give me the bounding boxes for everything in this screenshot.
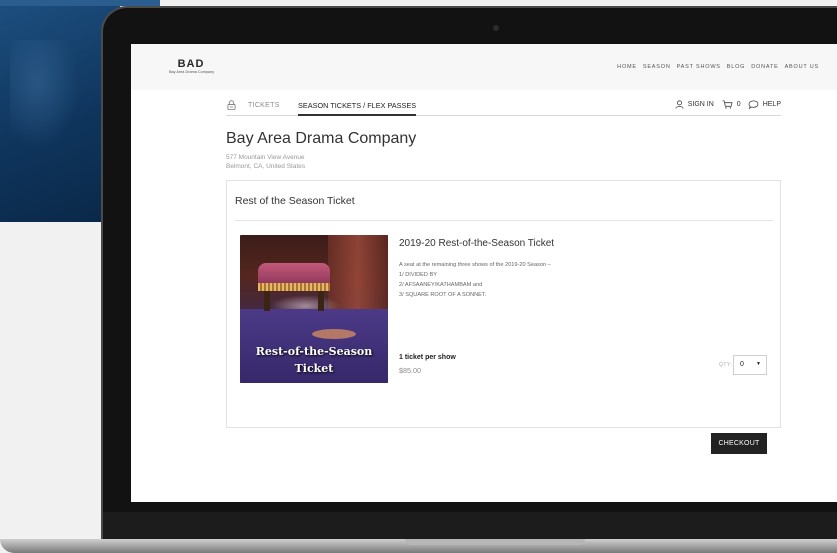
image-stool-fringe xyxy=(258,283,330,291)
card-title: Rest of the Season Ticket xyxy=(235,195,355,207)
caret-down-icon: ▼ xyxy=(756,361,761,367)
address-line-2: Belmont, CA, United States xyxy=(226,163,306,170)
sign-in-link[interactable]: SIGN IN xyxy=(688,101,714,108)
product-description-line: 2/ AFSAANEY/KATHAMBAM and xyxy=(399,282,483,288)
cart-count: 0 xyxy=(736,101,741,108)
product-description-line: A seat at the remaining three shows of t… xyxy=(399,262,551,268)
checkout-button[interactable]: CHECKOUT xyxy=(711,433,767,454)
ticket-bar: TICKETS SEASON TICKETS / FLEX PASSES SIG… xyxy=(226,100,781,116)
quantity-select[interactable]: 0 ▼ xyxy=(733,355,767,375)
image-shoes xyxy=(312,329,356,339)
logo-mark: BAD xyxy=(177,58,205,70)
nav-home[interactable]: HOME xyxy=(617,64,637,70)
lock-icon xyxy=(227,100,236,110)
product-title: 2019-20 Rest-of-the-Season Ticket xyxy=(399,238,555,249)
qty-label: QTY: xyxy=(719,362,733,368)
chat-icon xyxy=(748,100,759,109)
nav-donate[interactable]: DONATE xyxy=(751,64,778,70)
image-caption-line-2: Ticket xyxy=(294,362,334,375)
product-image: Rest-of-the-Season Ticket xyxy=(240,235,388,383)
user-icon xyxy=(675,100,684,109)
product-description-line: 3/ SQUARE ROOT OF A SONNET. xyxy=(399,292,487,298)
nav-about-us[interactable]: ABOUT US xyxy=(785,64,819,70)
ticket-card: Rest of the Season Ticket Rest-of-the-Se… xyxy=(226,180,781,454)
divider xyxy=(235,220,773,221)
help-link[interactable]: HELP xyxy=(763,101,781,108)
nav-past-shows[interactable]: PAST SHOWS xyxy=(677,64,721,70)
page-title: Bay Area Drama Company xyxy=(226,130,417,147)
nav-season[interactable]: SEASON xyxy=(643,64,671,70)
price: $85.00 xyxy=(399,366,421,375)
quantity-value: 0 xyxy=(740,361,744,368)
image-stool-leg xyxy=(264,291,270,311)
camera-icon xyxy=(493,25,499,31)
browser-screen: BAD Bay Area Drama Company HOME SEASON P… xyxy=(131,44,837,502)
nav-blog[interactable]: BLOG xyxy=(727,64,745,70)
cart-icon[interactable] xyxy=(722,100,733,109)
account-tools: SIGN IN 0 HELP xyxy=(675,100,781,109)
image-stool-leg xyxy=(318,291,324,311)
tab-tickets[interactable]: TICKETS xyxy=(248,102,280,109)
laptop-notch xyxy=(405,539,585,545)
image-stool xyxy=(258,263,330,285)
logo-subtitle: Bay Area Drama Company xyxy=(169,70,215,74)
site-logo[interactable]: BAD Bay Area Drama Company xyxy=(169,58,239,74)
site-header: BAD Bay Area Drama Company HOME SEASON P… xyxy=(131,44,837,90)
address-line-1: 577 Mountain View Avenue xyxy=(226,154,305,161)
per-show-label: 1 ticket per show xyxy=(399,354,456,361)
laptop-chin xyxy=(103,512,837,540)
image-caption-line-1: Rest-of-the-Season xyxy=(255,345,373,358)
tab-season-tickets[interactable]: SEASON TICKETS / FLEX PASSES xyxy=(298,101,417,116)
site-nav: HOME SEASON PAST SHOWS BLOG DONATE ABOUT… xyxy=(617,64,819,70)
product-description-line: 1/ DIVIDED BY xyxy=(399,272,437,278)
